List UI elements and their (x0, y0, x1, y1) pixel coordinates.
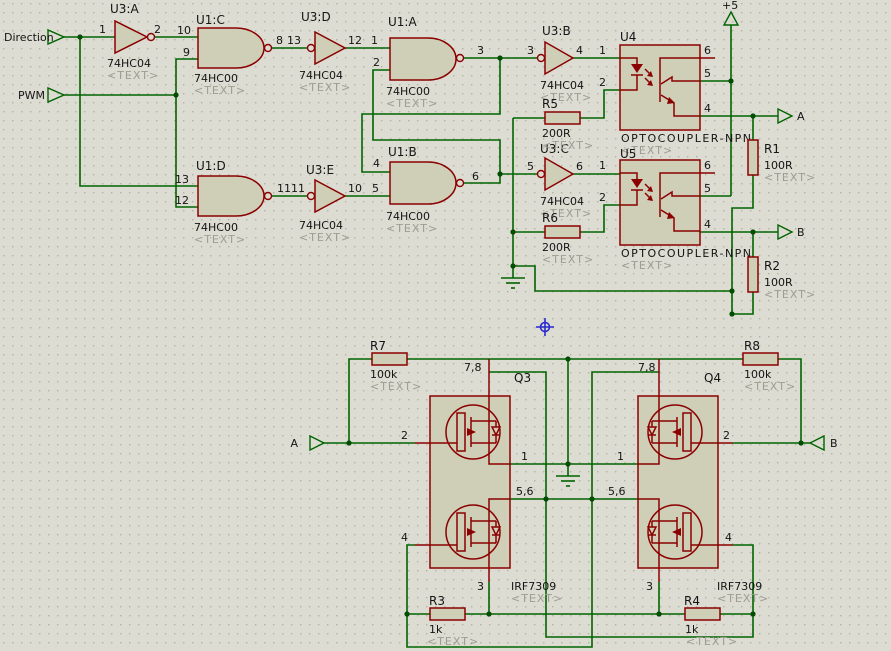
u1a-pin-b: 2 (373, 56, 380, 69)
r1-text: <TEXT> (764, 171, 816, 184)
u1a-pin-out: 3 (477, 44, 484, 57)
u4-ref: U4 (620, 30, 636, 44)
r5-text: <TEXT> (542, 139, 594, 152)
u3a-pin-in: 1 (99, 23, 106, 36)
u1a-text: <TEXT> (386, 97, 438, 110)
u1b-text: <TEXT> (386, 222, 438, 235)
u3c-pin-in: 5 (527, 160, 534, 173)
q4-pin-g1: 2 (723, 429, 730, 442)
u5-text: <TEXT> (621, 259, 673, 272)
u3a-pin-out: 2 (154, 23, 161, 36)
u1b-pin-out: 6 (472, 170, 479, 183)
r1-ref: R1 (764, 142, 780, 156)
u3e-text: <TEXT> (299, 231, 351, 244)
u3d-pin-in: 13 (287, 34, 301, 47)
u3e-ref: U3:E (306, 163, 334, 177)
u5-ref: U5 (620, 147, 636, 161)
u4-pin5: 5 (704, 67, 711, 80)
r3-ref: R3 (429, 594, 445, 608)
r5-ref: R5 (542, 97, 558, 111)
q4-pin-d1: 7,8 (638, 361, 656, 374)
u4-pin4: 4 (704, 102, 711, 115)
q3-pin-s2: 3 (477, 580, 484, 593)
u3d-ref: U3:D (301, 10, 331, 24)
q3-pin-s1: 1 (521, 450, 528, 463)
r2-ref: R2 (764, 259, 780, 273)
q3-pin-d1: 7,8 (464, 361, 482, 374)
u1a-pin-a: 1 (371, 34, 378, 47)
u5-pin1: 1 (599, 159, 606, 172)
q4-text: <TEXT> (717, 592, 769, 605)
u5-pin6: 6 (704, 159, 711, 172)
u3b-ref: U3:B (542, 24, 571, 38)
r8-text: <TEXT> (744, 380, 796, 393)
r7-ref: R7 (370, 339, 386, 353)
power-label: +5 (722, 0, 738, 12)
r7-text: <TEXT> (370, 380, 422, 393)
terminal-out-b-label: B (797, 226, 805, 239)
q4-pin-s2: 3 (646, 580, 653, 593)
r6-ref: R6 (542, 211, 558, 225)
u1b-pin-a: 4 (373, 157, 380, 170)
terminal-in-a-label: A (290, 437, 298, 450)
u3a-ref: U3:A (110, 2, 139, 16)
u1d-pin-b: 12 (175, 194, 189, 207)
terminal-out-a-label: A (797, 110, 805, 123)
terminal-direction-label: Direction (4, 31, 54, 44)
u1c-pin-a: 10 (177, 24, 191, 37)
q4-ref: Q4 (704, 371, 721, 385)
u1c-ref: U1:C (196, 13, 225, 27)
r3-text: <TEXT> (427, 635, 479, 648)
q3-pin-d2: 5,6 (516, 485, 534, 498)
r2-text: <TEXT> (764, 288, 816, 301)
r6-text: <TEXT> (542, 253, 594, 266)
u1c-pin-out: 8 (276, 34, 283, 47)
u3c-pin-out: 6 (576, 160, 583, 173)
u1b-pin-b: 5 (372, 182, 379, 195)
u1b-ref: U1:B (388, 145, 417, 159)
u4-pin1: 1 (599, 44, 606, 57)
u5-pin5: 5 (704, 182, 711, 195)
u3b-pin-in: 3 (527, 44, 534, 57)
u1d-pin-out: 1111 (277, 182, 305, 195)
r8-ref: R8 (744, 339, 760, 353)
u1a-ref: U1:A (388, 15, 417, 29)
u1d-ref: U1:D (196, 159, 226, 173)
u5-pin4: 4 (704, 218, 711, 231)
terminal-pwm-label: PWM (18, 89, 45, 102)
q4-pin-g2: 4 (725, 531, 732, 544)
u4-pin6: 6 (704, 44, 711, 57)
r4-ref: R4 (684, 594, 700, 608)
u1d-pin-a: 13 (175, 173, 189, 186)
q4-pin-d2: 5,6 (608, 485, 626, 498)
u1c-text: <TEXT> (194, 84, 246, 97)
terminal-in-b-label: B (830, 437, 838, 450)
u3b-pin-out: 4 (576, 44, 583, 57)
q3-text: <TEXT> (511, 592, 563, 605)
u3a-text: <TEXT> (107, 69, 159, 82)
u4-pin2: 2 (599, 76, 606, 89)
u3d-pin-out: 12 (348, 34, 362, 47)
q3-pin-g1: 2 (401, 429, 408, 442)
u5-pin2: 2 (599, 191, 606, 204)
schematic-canvas[interactable]: +5 Direction PWM A B A B (0, 0, 891, 651)
u3d-text: <TEXT> (299, 81, 351, 94)
u3e-pin-out: 10 (348, 182, 362, 195)
r4-text: <TEXT> (686, 635, 738, 648)
u1d-text: <TEXT> (194, 233, 246, 246)
u1c-pin-b: 9 (183, 46, 190, 59)
q4-pin-s1: 1 (617, 450, 624, 463)
q3-pin-g2: 4 (401, 531, 408, 544)
q3-ref: Q3 (514, 371, 531, 385)
